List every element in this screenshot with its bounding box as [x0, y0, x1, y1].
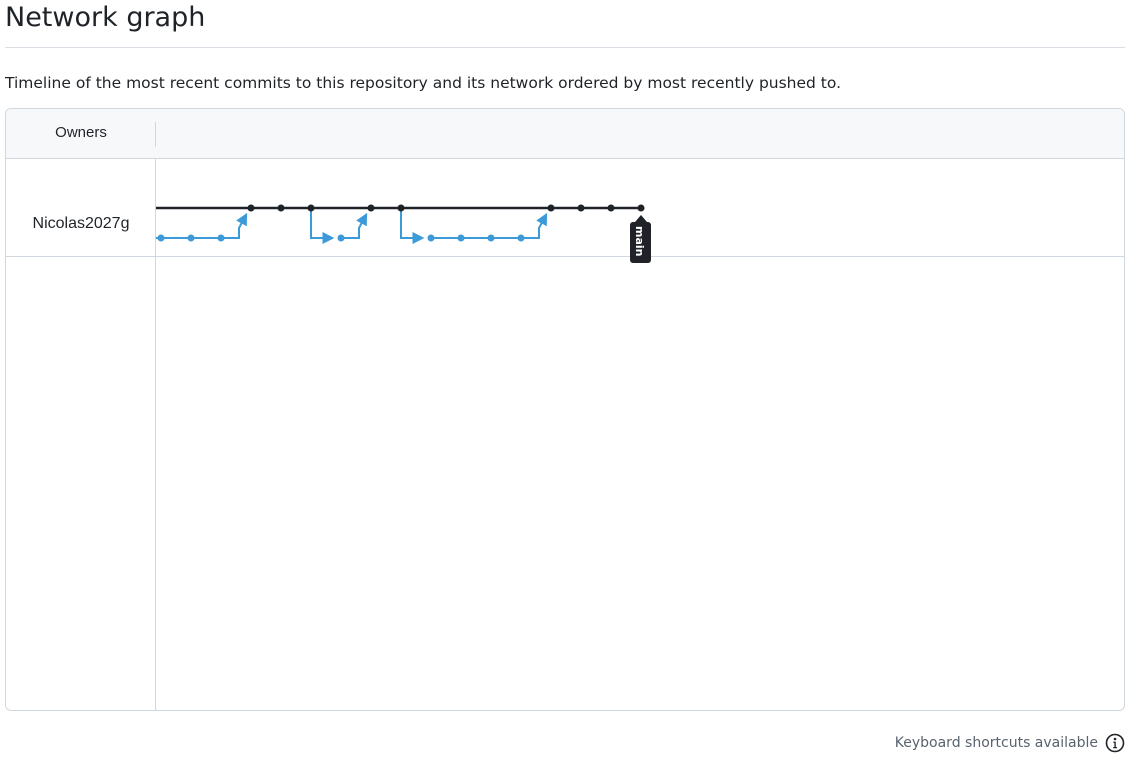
- commit-dot[interactable]: [487, 234, 495, 242]
- commit-dot[interactable]: [367, 204, 375, 212]
- keyboard-shortcuts-link[interactable]: Keyboard shortcuts available: [895, 733, 1125, 753]
- commit-dot[interactable]: [577, 204, 585, 212]
- side-branch-segment-5: [431, 212, 548, 239]
- commit-dot[interactable]: [277, 204, 285, 212]
- commit-dot[interactable]: [187, 234, 195, 242]
- title-divider: [5, 47, 1125, 48]
- commit-dot[interactable]: [637, 204, 645, 212]
- commit-dot[interactable]: [307, 204, 315, 212]
- page-description: Timeline of the most recent commits to t…: [5, 74, 842, 92]
- side-branch-lines: [156, 208, 548, 244]
- network-graph-container[interactable]: Owners Nicolas2027g main: [5, 108, 1125, 711]
- commit-dot[interactable]: [247, 204, 255, 212]
- side-branch-segment-1: [156, 212, 248, 239]
- side-branch-segment-3: [341, 212, 368, 239]
- info-icon: [1105, 733, 1125, 753]
- commit-dot[interactable]: [457, 234, 465, 242]
- network-graph-canvas[interactable]: main: [6, 109, 1124, 710]
- commit-dot[interactable]: [517, 234, 525, 242]
- commit-dot[interactable]: [397, 204, 405, 212]
- branch-label-main[interactable]: main: [630, 215, 651, 263]
- commit-dot[interactable]: [607, 204, 615, 212]
- keyboard-shortcuts-label: Keyboard shortcuts available: [894, 735, 1098, 751]
- commit-dot[interactable]: [157, 234, 165, 242]
- commit-dot[interactable]: [337, 234, 345, 242]
- commit-dot[interactable]: [427, 234, 435, 242]
- page-title: Network graph: [5, 2, 206, 33]
- branch-label-pointer: [635, 215, 647, 222]
- commit-dot[interactable]: [217, 234, 225, 242]
- commit-dot[interactable]: [547, 204, 555, 212]
- branch-label-text: main: [633, 226, 646, 257]
- side-branch-segment-2: [310, 208, 335, 244]
- side-branch-segment-4: [400, 208, 425, 244]
